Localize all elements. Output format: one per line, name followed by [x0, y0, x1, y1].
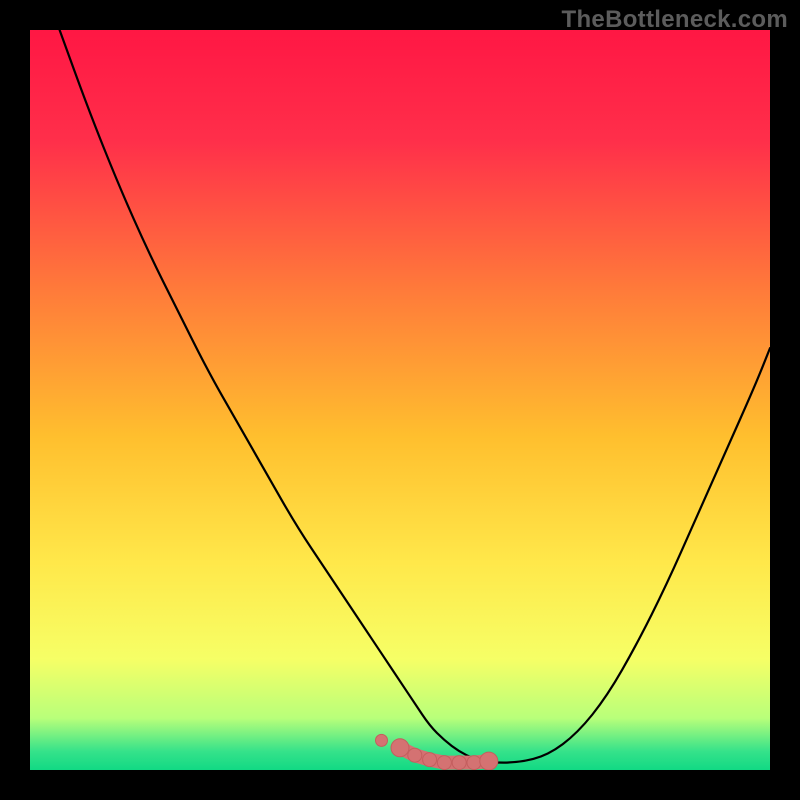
marker-dot — [437, 756, 451, 770]
marker-dot — [391, 739, 409, 757]
marker-dot — [376, 734, 388, 746]
plot-area — [30, 30, 770, 770]
marker-dot — [423, 753, 437, 767]
marker-dot — [467, 756, 481, 770]
chart-frame: TheBottleneck.com — [0, 0, 800, 800]
chart-svg — [30, 30, 770, 770]
marker-dot — [480, 752, 498, 770]
marker-dot — [452, 756, 466, 770]
gradient-rect — [30, 30, 770, 770]
watermark-text: TheBottleneck.com — [562, 6, 788, 34]
marker-dot — [408, 748, 422, 762]
